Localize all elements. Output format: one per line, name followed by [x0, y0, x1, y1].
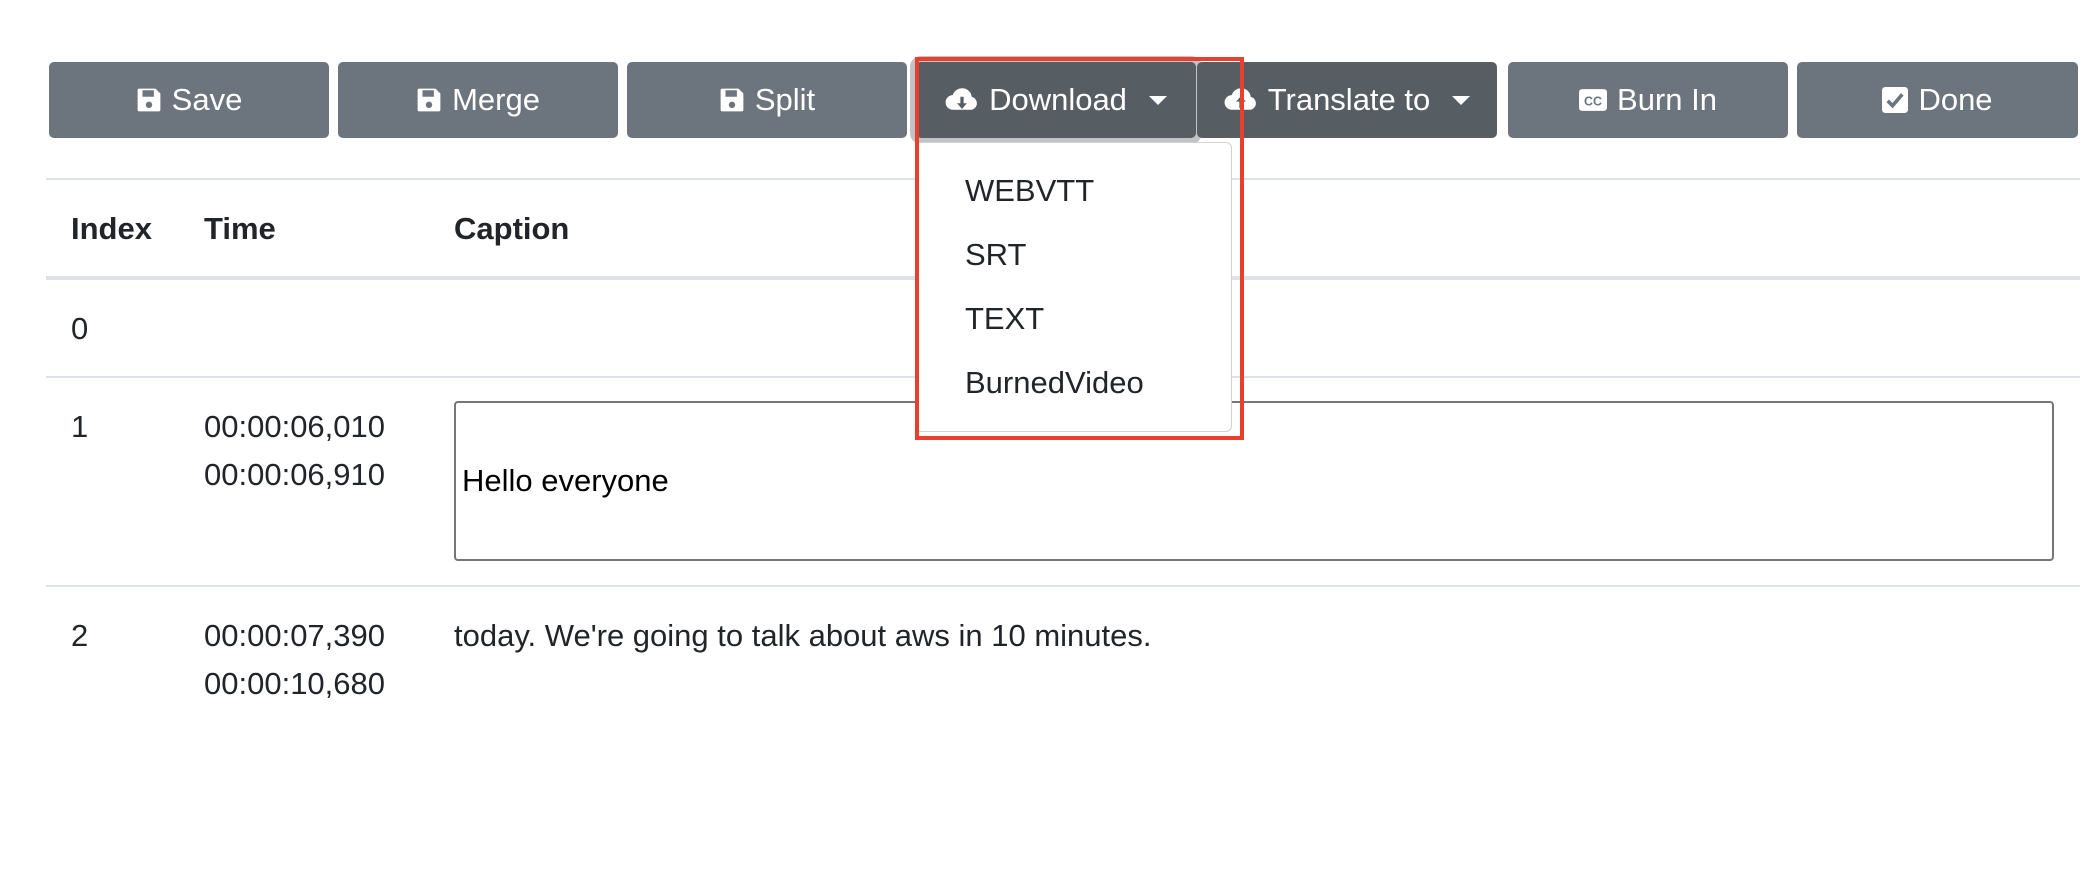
- translate-to-button-label: Translate to: [1267, 82, 1431, 117]
- column-header-index: Index: [71, 211, 152, 246]
- done-button[interactable]: Done: [1797, 62, 2078, 138]
- column-header-caption: Caption: [454, 211, 570, 246]
- check-square-icon: [1882, 87, 1909, 113]
- download-dropdown-menu: WEBVTT SRT TEXT BurnedVideo: [915, 142, 1232, 432]
- end-time: 00:00:10,680: [204, 666, 386, 701]
- floppy-disk-icon: [136, 87, 162, 113]
- download-option-text[interactable]: TEXT: [965, 299, 1044, 339]
- split-button[interactable]: Split: [627, 62, 907, 138]
- burn-in-button[interactable]: CC Burn In: [1508, 62, 1788, 138]
- column-header-time: Time: [204, 211, 276, 246]
- download-option-webvtt[interactable]: WEBVTT: [965, 171, 1094, 211]
- svg-text:CC: CC: [1584, 94, 1602, 108]
- download-option-srt[interactable]: SRT: [965, 235, 1026, 275]
- chevron-down-icon: [1148, 95, 1167, 105]
- done-button-label: Done: [1918, 82, 1993, 117]
- save-button[interactable]: Save: [49, 62, 329, 138]
- end-time: 00:00:06,910: [204, 457, 386, 492]
- download-dropdown-button[interactable]: Download: [916, 62, 1196, 138]
- floppy-disk-icon: [719, 87, 745, 113]
- caption-edit-field[interactable]: Hello everyone: [454, 401, 2054, 561]
- download-option-burnedvideo[interactable]: BurnedVideo: [965, 363, 1144, 403]
- split-button-label: Split: [754, 82, 816, 117]
- burn-in-button-label: Burn In: [1617, 82, 1717, 117]
- translate-to-dropdown-button[interactable]: Translate to: [1197, 62, 1497, 138]
- cloud-upload-icon: [1224, 87, 1258, 113]
- row-divider: [46, 585, 2080, 587]
- row-index: 0: [71, 311, 89, 346]
- row-index: 1: [71, 409, 89, 444]
- merge-button[interactable]: Merge: [338, 62, 618, 138]
- floppy-disk-icon: [416, 87, 442, 113]
- chevron-down-icon: [1452, 95, 1471, 105]
- save-button-label: Save: [171, 82, 243, 117]
- caption-edit-text: Hello everyone: [462, 463, 669, 498]
- start-time: 00:00:06,010: [204, 409, 386, 444]
- toolbar: Save Merge Split Download Translate to C…: [49, 62, 2079, 138]
- download-button-label: Download: [989, 82, 1127, 117]
- closed-captions-icon: CC: [1579, 87, 1608, 113]
- merge-button-label: Merge: [452, 82, 540, 117]
- start-time: 00:00:07,390: [204, 618, 386, 653]
- cloud-download-icon: [945, 87, 979, 113]
- row-index: 2: [71, 618, 89, 653]
- caption-text[interactable]: today. We're going to talk about aws in …: [454, 612, 1152, 660]
